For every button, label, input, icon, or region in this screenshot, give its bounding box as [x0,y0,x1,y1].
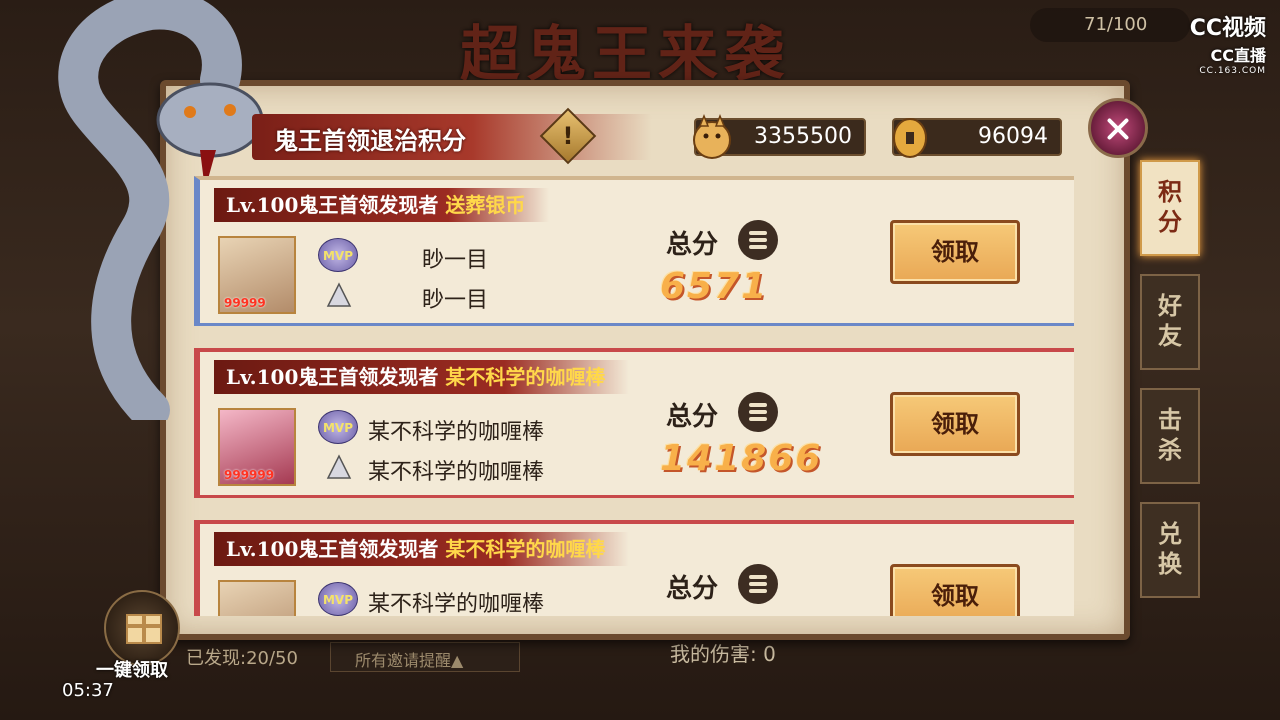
gift-icon [126,614,162,644]
detail-list-icon[interactable] [738,392,778,432]
panel-title: 鬼王首领退治积分 [274,126,466,155]
lucky-cat-icon [693,113,731,159]
score-label: 总分 [666,574,719,604]
entry-discoverer: 送葬银币 [445,193,526,217]
currency-2: 96094 [892,118,1062,158]
watermark-line-1: CC视频 [1189,16,1266,41]
tab-kills[interactable]: 击杀 [1140,388,1200,484]
claim-button[interactable]: 领取 [890,392,1020,456]
entry-header-prefix: Lv.100鬼王首领发现者 [226,365,439,389]
cc-watermark: CC视频 CC直播 CC.163.COM [1190,10,1266,76]
claim-all-area: 一键领取 05:37 [60,590,190,720]
tab-kills-label: 击杀 [1158,405,1182,464]
mvp-icon: MVP [318,410,358,444]
entry-header: Lv.100鬼王首领发现者 某不科学的咖喱棒 [214,360,630,394]
score-label: 总分 [666,230,719,260]
avatar-level: 999999 [224,468,275,482]
currency-1-value: 3355500 [754,124,852,149]
detail-list-icon[interactable] [738,220,778,260]
top-counter-value: 71/100 [1084,14,1148,35]
claim-button[interactable]: 领取 [890,220,1020,284]
tab-score[interactable]: 积分 [1140,160,1200,256]
close-button[interactable] [1088,98,1148,158]
tab-friends[interactable]: 好友 [1140,274,1200,370]
avatar: 99999 [218,236,296,314]
tab-exchange[interactable]: 兑换 [1140,502,1200,598]
list-item: Lv.100鬼王首领发现者 送葬银币 99999 MVP 眇一目 眇一目 总分 … [194,176,1074,326]
tab-friends-label: 好友 [1158,291,1182,350]
watermark-line-3: CC.163.COM [1199,66,1266,76]
entry-header: Lv.100鬼王首领发现者 某不科学的咖喱棒 [214,532,630,566]
entry-discoverer: 某不科学的咖喱棒 [445,365,606,389]
second-player-name: 眇一目 [422,288,489,313]
claim-all-label[interactable]: 一键领取 [96,656,168,682]
watermark-line-2: CC直播 [1210,46,1267,65]
my-damage-text: 我的伤害: 0 [670,642,776,666]
timestamp: 05:37 [62,680,114,701]
entry-header-prefix: Lv.100鬼王首领发现者 [226,537,439,561]
list-item: Lv.100鬼王首领发现者 某不科学的咖喱棒 999999 MVP 某不科学的咖… [194,348,1074,498]
found-counter: 已发现:20/50 [186,648,298,669]
claim-button[interactable]: 领取 [890,564,1020,616]
entry-list[interactable]: Lv.100鬼王首领发现者 送葬银币 99999 MVP 眇一目 眇一目 总分 … [194,176,1074,616]
avatar: 999999 [218,408,296,486]
avatar [218,580,296,616]
entry-discoverer: 某不科学的咖喱棒 [445,537,606,561]
mvp-icon: MVP [318,238,358,272]
info-icon: ! [562,122,574,150]
role-icon [326,282,352,307]
tab-exchange-label: 兑换 [1158,519,1182,578]
list-item: Lv.100鬼王首领发现者 某不科学的咖喱棒 MVP 某不科学的咖喱棒 总分 领… [194,520,1074,616]
role-icon [326,454,352,479]
mvp-player-name: 某不科学的咖喱棒 [368,592,545,616]
entry-header: Lv.100鬼王首领发现者 送葬银币 [214,188,550,222]
currency-2-value: 96094 [978,124,1048,149]
score-label: 总分 [666,402,719,432]
tab-score-label: 积分 [1158,177,1182,236]
mvp-icon: MVP [318,582,358,616]
detail-list-icon[interactable] [738,564,778,604]
score-value: 141866 [660,438,823,479]
entry-header-prefix: Lv.100鬼王首领发现者 [226,193,439,217]
coin-icon [893,118,927,158]
currency-1: 3355500 [693,113,866,159]
gift-button[interactable] [104,590,180,666]
mvp-player-name: 眇一目 [422,248,489,273]
mvp-player-name: 某不科学的咖喱棒 [368,420,545,445]
top-counter: 71/100 [1030,8,1190,42]
avatar-level: 99999 [224,296,266,310]
invite-reminder-button[interactable]: 所有邀请提醒▲ [330,642,520,672]
score-value: 6571 [660,266,769,307]
second-player-name: 某不科学的咖喱棒 [368,460,545,485]
